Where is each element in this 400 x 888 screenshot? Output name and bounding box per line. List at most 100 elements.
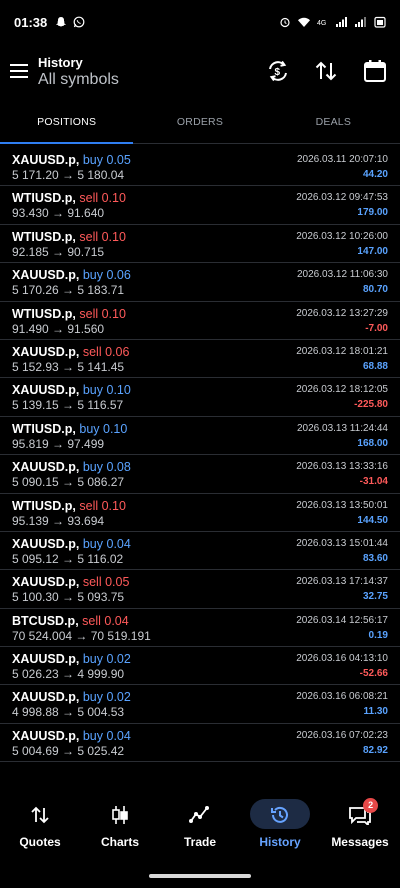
position-profit: 11.30: [363, 706, 388, 718]
position-row[interactable]: WTIUSD.p, sell 0.10 93.430 → 91.640 2026.0…: [0, 186, 400, 225]
trade-side: buy 0.04: [82, 536, 131, 551]
position-time: 2026.03.16 06:08:21: [296, 691, 388, 703]
trade-side: sell 0.10: [79, 191, 126, 206]
symbol-name: BTCUSD.p,: [12, 613, 79, 628]
symbol-name: XAUUSD.p,: [12, 575, 80, 590]
svg-text:4G: 4G: [317, 20, 326, 27]
position-profit: 32.75: [362, 591, 388, 603]
symbol-name: XAUUSD.p,: [12, 652, 80, 667]
trade-side: buy 0.10: [79, 421, 128, 436]
nav-label: Charts: [100, 835, 139, 849]
position-row[interactable]: XAUUSD.p, buy 0.02 4 998.88 → 5 004.53 202…: [0, 685, 400, 724]
position-row[interactable]: XAUUSD.p, buy 0.04 5 095.12 → 5 116.02 202…: [0, 532, 400, 571]
position-row[interactable]: BTCUSD.p, sell 0.04 70 524.004 → 70 519.1…: [0, 609, 400, 648]
menu-icon[interactable]: [10, 64, 28, 78]
sort-icon[interactable]: [313, 58, 339, 84]
trade-side: sell 0.05: [82, 575, 130, 590]
status-bar: 01:38 4G: [0, 0, 400, 44]
position-prices: 5 004.69 → 5 025.42: [12, 743, 125, 758]
symbol-name: XAUUSD.p,: [12, 536, 80, 551]
trade-side: buy 0.06: [82, 268, 131, 283]
battery-icon: [374, 16, 386, 28]
position-profit: 83.60: [362, 552, 388, 564]
symbol-name: WTIUSD.p,: [12, 306, 76, 321]
tab-orders[interactable]: ORDERS: [133, 104, 266, 143]
position-symbol: WTIUSD.p, sell 0.10: [12, 307, 126, 321]
position-prices: 5 171.20 → 5 180.04: [12, 168, 125, 182]
position-row[interactable]: XAUUSD.p, buy 0.04 5 004.69 → 5 025.42 202…: [0, 724, 400, 763]
position-profit: 179.00: [357, 207, 388, 219]
position-row[interactable]: XAUUSD.p, buy 0.06 5 170.26 → 5 183.71 202…: [0, 263, 400, 302]
trade-side: sell 0.06: [82, 344, 130, 359]
nav-history[interactable]: History: [240, 793, 320, 859]
position-time: 2026.03.12 11:06:30: [296, 269, 388, 281]
active-tab-indicator: [0, 142, 133, 144]
position-profit: 68.88: [362, 360, 388, 372]
symbol-name: XAUUSD.p,: [12, 344, 80, 359]
position-symbol: WTIUSD.p, sell 0.10: [12, 499, 126, 513]
trade-side: sell 0.10: [79, 229, 126, 244]
position-prices: 5 095.12 → 5 116.02: [12, 551, 124, 566]
nav-charts[interactable]: Charts: [80, 793, 160, 859]
nav-messages[interactable]: 2 Messages: [320, 793, 400, 859]
currency-exchange-icon[interactable]: $: [265, 58, 291, 84]
position-prices: 4 998.88 → 5 004.53: [12, 705, 125, 720]
position-row[interactable]: XAUUSD.p, sell 0.06 5 152.93 → 5 141.45 20…: [0, 340, 400, 379]
position-time: 2026.03.11 20:07:10: [296, 154, 388, 165]
calendar-icon[interactable]: [362, 58, 388, 84]
position-row[interactable]: XAUUSD.p, buy 0.08 5 090.15 → 5 086.27 202…: [0, 455, 400, 494]
position-symbol: XAUUSD.p, sell 0.06: [12, 345, 129, 359]
svg-text:$: $: [275, 67, 281, 78]
symbol-name: XAUUSD.p,: [12, 690, 80, 705]
history-tabs: POSITIONS ORDERS DEALS: [0, 104, 400, 144]
position-prices: 93.430 → 91.640: [12, 206, 105, 221]
alarm-icon: [280, 17, 290, 28]
symbol-name: XAUUSD.p,: [12, 153, 80, 167]
position-profit: 80.70: [362, 284, 388, 296]
home-indicator[interactable]: [149, 874, 251, 878]
position-symbol: XAUUSD.p, buy 0.02: [12, 652, 131, 666]
position-row[interactable]: WTIUSD.p, buy 0.10 95.819 → 97.499 2026.03…: [0, 417, 400, 456]
volte-icon: 4G: [317, 20, 326, 27]
trade-side: buy 0.02: [82, 652, 131, 667]
nav-label: Messages: [331, 835, 389, 849]
position-time: 2026.03.12 18:12:05: [296, 384, 388, 396]
position-prices: 95.139 → 93.694: [12, 513, 105, 528]
position-row[interactable]: XAUUSD.p, buy 0.05 5 171.20 → 5 180.04 202…: [0, 148, 400, 187]
position-symbol: XAUUSD.p, buy 0.04: [12, 729, 131, 743]
position-profit: 147.00: [357, 245, 388, 257]
position-profit: -31.04: [359, 476, 388, 488]
position-time: 2026.03.13 11:24:44: [296, 422, 388, 434]
position-row[interactable]: WTIUSD.p, sell 0.10 91.490 → 91.560 2026.0…: [0, 302, 400, 340]
tab-positions[interactable]: POSITIONS: [0, 104, 133, 143]
trade-line-icon: [189, 806, 209, 823]
symbol-name: XAUUSD.p,: [12, 268, 80, 283]
position-row[interactable]: XAUUSD.p, buy 0.02 5 026.23 → 4 999.90 202…: [0, 647, 400, 686]
symbol-filter[interactable]: All symbols: [38, 71, 119, 89]
position-symbol: XAUUSD.p, sell 0.05: [12, 575, 129, 589]
position-symbol: WTIUSD.p, buy 0.10: [12, 422, 127, 436]
position-prices: 5 100.30 → 5 093.75: [12, 590, 125, 605]
tab-deals[interactable]: DEALS: [267, 104, 400, 143]
symbol-name: WTIUSD.p,: [12, 229, 76, 244]
position-time: 2026.03.16 07:02:23: [296, 729, 388, 741]
signal-icon: [336, 17, 347, 27]
position-prices: 5 026.23 → 4 999.90: [12, 667, 125, 682]
trade-side: buy 0.10: [82, 383, 131, 398]
position-row[interactable]: XAUUSD.p, buy 0.10 5 139.15 → 5 116.57 202…: [0, 378, 400, 417]
position-profit: -52.66: [359, 668, 388, 680]
nav-trade[interactable]: Trade: [160, 793, 240, 859]
position-row[interactable]: WTIUSD.p, sell 0.10 95.139 → 93.694 2026.0…: [0, 494, 400, 532]
position-symbol: XAUUSD.p, buy 0.08: [12, 460, 131, 474]
position-prices: 70 524.004 → 70 519.191: [12, 628, 151, 643]
nav-quotes[interactable]: Quotes: [0, 793, 80, 859]
position-time: 2026.03.13 15:01:44: [296, 537, 388, 549]
position-row[interactable]: WTIUSD.p, sell 0.10 92.185 → 90.715 2026.0…: [0, 225, 400, 264]
messages-badge: 2: [363, 798, 379, 813]
signal-icon-2: [355, 17, 366, 27]
position-symbol: XAUUSD.p, buy 0.10: [12, 383, 131, 397]
position-time: 2026.03.12 18:01:21: [296, 345, 388, 357]
position-row[interactable]: XAUUSD.p, sell 0.05 5 100.30 → 5 093.75 20…: [0, 570, 400, 609]
position-symbol: XAUUSD.p, buy 0.04: [12, 537, 131, 551]
snapchat-icon: [56, 17, 67, 27]
